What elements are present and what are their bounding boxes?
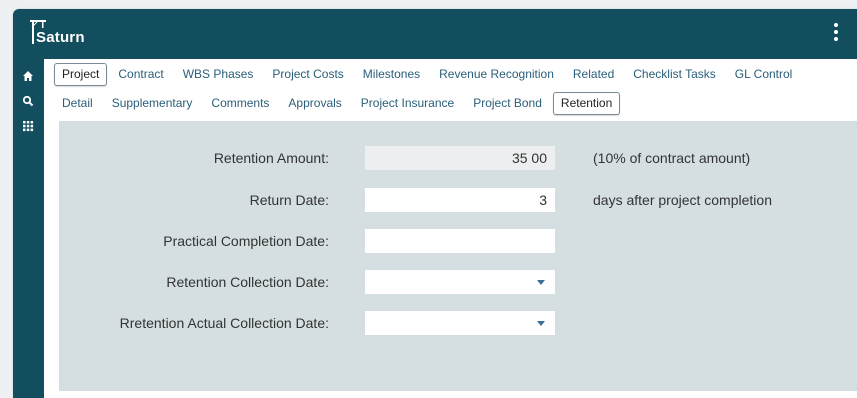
tab-project-insurance[interactable]: Project Insurance <box>353 92 462 115</box>
tab-revenue-recognition[interactable]: Revenue Recognition <box>431 63 562 86</box>
app-name: Saturn <box>36 29 85 46</box>
tab-comments[interactable]: Comments <box>203 92 277 115</box>
tab-gl-control[interactable]: GL Control <box>727 63 801 86</box>
search-icon[interactable] <box>21 94 35 108</box>
tab-retention[interactable]: Retention <box>552 91 621 115</box>
tab-checklist-tasks[interactable]: Checklist Tasks <box>625 63 723 86</box>
kebab-menu-icon[interactable] <box>833 23 839 43</box>
grid-icon[interactable] <box>21 119 35 133</box>
sidebar <box>13 59 44 398</box>
practical-completion-date-label: Practical Completion Date: <box>163 233 329 249</box>
tab-wbs-phases[interactable]: WBS Phases <box>175 63 262 86</box>
actual-collection-date-label: Rretention Actual Collection Date: <box>119 315 329 331</box>
return-date-field[interactable]: 3 <box>365 188 555 212</box>
tab-contract[interactable]: Contract <box>110 63 171 86</box>
retention-amount-note: (10% of contract amount) <box>593 150 751 166</box>
retention-amount-field: 35 00 <box>365 146 555 170</box>
tab-milestones[interactable]: Milestones <box>355 63 428 86</box>
tab-bar-primary: Project Contract WBS Phases Project Cost… <box>54 62 803 86</box>
retention-form-panel: Retention Amount: 35 00 (10% of contract… <box>59 121 857 391</box>
retention-amount-label: Retention Amount: <box>213 150 329 166</box>
tab-approvals[interactable]: Approvals <box>280 92 349 115</box>
retention-collection-date-dropdown[interactable] <box>365 270 555 294</box>
tab-related[interactable]: Related <box>565 63 622 86</box>
return-date-label: Return Date: <box>249 192 329 208</box>
chevron-down-icon <box>537 321 545 326</box>
top-bar: Saturn <box>13 9 857 59</box>
retention-collection-date-label: Retention Collection Date: <box>166 274 329 290</box>
tab-project[interactable]: Project <box>54 62 108 86</box>
tab-supplementary[interactable]: Supplementary <box>104 92 201 115</box>
tab-detail[interactable]: Detail <box>54 92 101 115</box>
return-date-note: days after project completion <box>593 192 772 208</box>
tab-project-costs[interactable]: Project Costs <box>264 63 351 86</box>
app-window: Saturn Project Contract WBS Phases Proje… <box>13 9 857 398</box>
actual-collection-date-dropdown[interactable] <box>365 311 555 335</box>
practical-completion-date-field[interactable] <box>365 229 555 253</box>
tab-project-bond[interactable]: Project Bond <box>465 92 550 115</box>
home-icon[interactable] <box>21 69 35 83</box>
tab-bar-secondary: Detail Supplementary Comments Approvals … <box>54 91 623 115</box>
chevron-down-icon <box>537 280 545 285</box>
